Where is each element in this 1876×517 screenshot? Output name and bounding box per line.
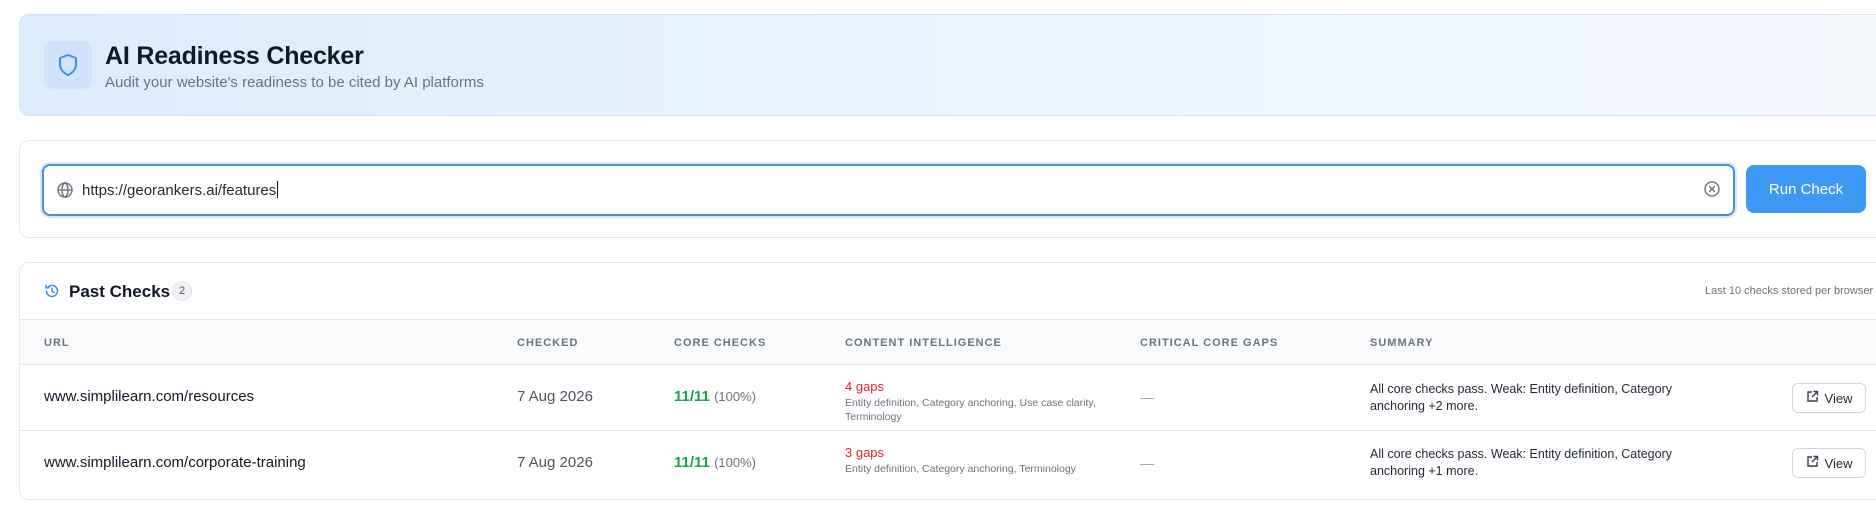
row-summary: All core checks pass. Weak: Entity defin… — [1370, 447, 1672, 478]
table-header: URL CHECKED CORE CHECKS CONTENT INTELLIG… — [20, 320, 1876, 365]
past-checks-count-badge: 2 — [172, 281, 192, 301]
page-title: AI Readiness Checker — [105, 42, 364, 70]
core-checks-percent: (100%) — [714, 455, 756, 470]
view-button[interactable]: View — [1792, 448, 1866, 478]
past-checks-title: Past Checks — [69, 282, 171, 301]
column-header-critical-core-gaps: CRITICAL CORE GAPS — [1140, 337, 1279, 349]
gaps-list: Entity definition, Category anchoring, T… — [845, 463, 1076, 475]
table-row: www.simplilearn.com/resources 7 Aug 2026… — [20, 365, 1876, 431]
header-card: AI Readiness Checker Audit your website'… — [19, 14, 1876, 116]
row-content-intelligence: 3 gaps Entity definition, Category ancho… — [845, 445, 1120, 476]
column-header-content-intelligence: CONTENT INTELLIGENCE — [845, 337, 1002, 349]
past-checks-header: Past Checks 2 Last 10 checks stored per … — [20, 263, 1876, 320]
view-button-label: View — [1824, 390, 1853, 406]
external-link-icon — [1806, 390, 1819, 406]
core-checks-score: 11/11 — [674, 388, 710, 405]
url-input-card: https://georankers.ai/features Run Check — [19, 140, 1876, 238]
row-critical-gaps: — — [1140, 455, 1154, 471]
table-row: www.simplilearn.com/corporate-training 7… — [20, 432, 1876, 498]
url-input-value[interactable]: https://georankers.ai/features — [82, 182, 276, 199]
core-checks-score: 11/11 — [674, 454, 710, 471]
storage-note: Last 10 checks stored per browser — [1705, 285, 1874, 297]
row-core-checks: 11/11 (100%) — [674, 454, 756, 471]
row-critical-gaps: — — [1140, 389, 1154, 405]
clear-icon[interactable] — [1703, 180, 1721, 203]
row-core-checks: 11/11 (100%) — [674, 388, 756, 405]
column-header-summary: SUMMARY — [1370, 337, 1434, 349]
text-caret — [277, 181, 279, 198]
gaps-count: 4 gaps — [845, 379, 885, 394]
gaps-count: 3 gaps — [845, 445, 885, 460]
external-link-icon — [1806, 455, 1819, 471]
core-checks-percent: (100%) — [714, 389, 756, 404]
gaps-list: Entity definition, Category anchoring, U… — [845, 397, 1096, 423]
view-button[interactable]: View — [1792, 383, 1866, 413]
history-icon — [44, 283, 60, 304]
page-subtitle: Audit your website's readiness to be cit… — [105, 74, 484, 91]
row-url: www.simplilearn.com/corporate-training — [44, 454, 306, 471]
row-checked-date: 7 Aug 2026 — [517, 388, 593, 405]
run-check-button[interactable]: Run Check — [1746, 165, 1866, 213]
column-header-checked: CHECKED — [517, 337, 579, 349]
view-button-label: View — [1824, 455, 1853, 471]
url-input[interactable]: https://georankers.ai/features — [42, 164, 1735, 216]
row-url: www.simplilearn.com/resources — [44, 388, 255, 405]
globe-icon — [56, 181, 74, 204]
column-header-core-checks: CORE CHECKS — [674, 337, 767, 349]
past-checks-card: Past Checks 2 Last 10 checks stored per … — [19, 262, 1876, 500]
row-summary: All core checks pass. Weak: Entity defin… — [1370, 382, 1672, 413]
shield-icon — [44, 41, 92, 89]
column-header-url: URL — [44, 337, 70, 349]
row-checked-date: 7 Aug 2026 — [517, 454, 593, 471]
row-content-intelligence: 4 gaps Entity definition, Category ancho… — [845, 379, 1120, 424]
